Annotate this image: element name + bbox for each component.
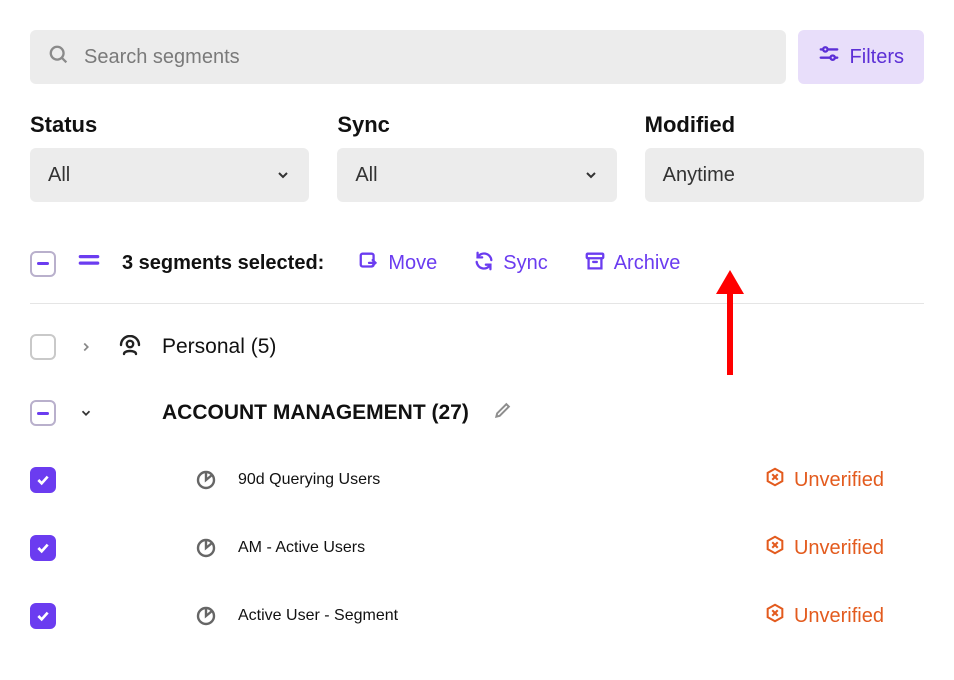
move-button[interactable]: Move <box>350 250 445 278</box>
edit-icon[interactable] <box>493 400 513 426</box>
sync-button[interactable]: Sync <box>465 250 555 278</box>
unverified-icon <box>764 534 786 562</box>
segment-name: AM - Active Users <box>238 539 365 557</box>
archive-button[interactable]: Archive <box>576 250 689 278</box>
filters-label: Filters <box>850 46 904 69</box>
list-icon <box>76 248 102 279</box>
status-badge: Unverified <box>764 466 924 494</box>
segment-name: 90d Querying Users <box>238 471 380 489</box>
sync-select[interactable]: All <box>337 148 616 202</box>
status-value: All <box>48 164 70 187</box>
sync-icon <box>473 250 495 278</box>
group-label: Personal (5) <box>162 335 276 359</box>
group-row-personal[interactable]: Personal (5) <box>30 314 924 380</box>
group-checkbox[interactable] <box>30 334 56 360</box>
segment-name: Active User - Segment <box>238 607 398 625</box>
status-text: Unverified <box>794 605 884 628</box>
modified-value: Anytime <box>663 164 735 187</box>
segment-checkbox[interactable] <box>30 467 56 493</box>
status-text: Unverified <box>794 537 884 560</box>
segment-icon <box>192 468 220 492</box>
move-icon <box>358 250 380 278</box>
collapse-chevron[interactable] <box>74 406 98 420</box>
filters-button[interactable]: Filters <box>798 30 924 84</box>
expand-chevron[interactable] <box>74 340 98 354</box>
sync-action-label: Sync <box>503 252 547 275</box>
segment-checkbox[interactable] <box>30 535 56 561</box>
chevron-down-icon <box>275 167 291 183</box>
unverified-icon <box>764 602 786 630</box>
status-badge: Unverified <box>764 602 924 630</box>
selection-count: 3 segments selected: <box>122 252 324 275</box>
unverified-icon <box>764 466 786 494</box>
sliders-icon <box>818 43 840 71</box>
archive-label: Archive <box>614 252 681 275</box>
search-box[interactable] <box>30 30 786 84</box>
segment-row[interactable]: AM - Active Users Unverified <box>30 514 924 582</box>
group-row-account[interactable]: ACCOUNT MANAGEMENT (27) <box>30 380 924 446</box>
search-icon <box>48 44 70 71</box>
personal-icon <box>116 335 144 359</box>
status-label: Status <box>30 112 309 138</box>
search-input[interactable] <box>82 45 768 70</box>
status-badge: Unverified <box>764 534 924 562</box>
select-all-checkbox[interactable] <box>30 251 56 277</box>
sync-label: Sync <box>337 112 616 138</box>
status-text: Unverified <box>794 469 884 492</box>
sync-value: All <box>355 164 377 187</box>
group-checkbox[interactable] <box>30 400 56 426</box>
modified-label: Modified <box>645 112 924 138</box>
segment-row[interactable]: Active User - Segment Unverified <box>30 582 924 650</box>
segment-icon <box>192 604 220 628</box>
modified-select[interactable]: Anytime <box>645 148 924 202</box>
archive-icon <box>584 250 606 278</box>
move-label: Move <box>388 252 437 275</box>
group-label: ACCOUNT MANAGEMENT (27) <box>162 401 469 425</box>
segment-row[interactable]: 90d Querying Users Unverified <box>30 446 924 514</box>
segment-checkbox[interactable] <box>30 603 56 629</box>
chevron-down-icon <box>583 167 599 183</box>
segment-icon <box>192 536 220 560</box>
status-select[interactable]: All <box>30 148 309 202</box>
